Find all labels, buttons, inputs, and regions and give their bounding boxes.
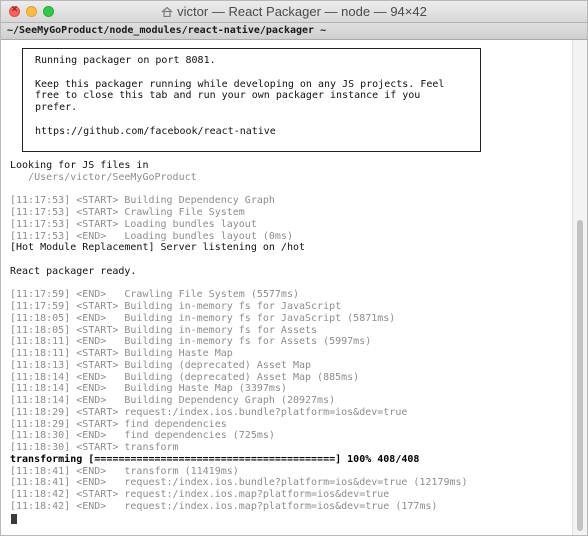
window-title: victor — React Packager — node — 94×42 [177, 4, 427, 19]
log-line: [11:18:05] <END> Building in-memory fs f… [10, 312, 396, 324]
terminal-window: ✕ victor — React Packager — node — 94×42… [0, 0, 588, 536]
window-title-container: victor — React Packager — node — 94×42 [1, 4, 587, 20]
transform-progress-line: transforming [==========================… [10, 453, 420, 465]
log-line: [11:18:14] <END> Building Dependency Gra… [10, 395, 336, 406]
log-line: React packager ready. [10, 265, 137, 277]
log-line: [11:18:29] <START> find dependencies [10, 418, 227, 430]
log-line: [11:18:30] <START> transform [10, 442, 179, 453]
log-line: [11:17:53] <START> Building Dependency G… [10, 195, 275, 207]
window-titlebar: ✕ victor — React Packager — node — 94×42 [1, 1, 587, 23]
house-icon [161, 5, 173, 20]
tab-path-label: ~/SeeMyGoProduct/node_modules/react-nati… [7, 25, 327, 36]
log-line: [11:18:30] <END> find dependencies (725m… [10, 430, 275, 442]
banner-link[interactable]: https://github.com/facebook/react-native [35, 126, 276, 138]
log-line: [11:18:11] <START> Building Haste Map [10, 348, 233, 359]
log-line: [11:17:53] <START> Crawling File System [10, 207, 245, 218]
log-line: [11:18:14] <END> Building Haste Map (339… [10, 383, 287, 395]
vertical-scrollbar[interactable] [572, 40, 587, 535]
terminal-cursor [11, 514, 17, 524]
scrollbar-thumb[interactable] [577, 220, 583, 531]
banner-line: Running packager on port 8081. [35, 55, 216, 66]
log-line: [11:18:14] <END> Building (deprecated) A… [10, 371, 360, 383]
log-line: /Users/victor/SeeMyGoProduct [10, 171, 197, 183]
log-line: [11:18:42] <END> request:/index.ios.map?… [10, 500, 438, 512]
packager-banner: Running packager on port 8081. Keep this… [22, 48, 481, 152]
log-line: [11:18:41] <END> transform (11419ms) [10, 465, 239, 477]
log-line: [Hot Module Replacement] Server listenin… [10, 242, 306, 254]
log-line: [11:18:41] <END> request:/index.ios.bund… [10, 477, 468, 489]
banner-line: Keep this packager running while develop… [35, 78, 445, 90]
log-line: [11:18:42] <START> request:/index.ios.ma… [10, 489, 390, 500]
log-line: [11:17:53] <END> Loading bundles layout … [10, 230, 293, 242]
log-line: Looking for JS files in [10, 160, 149, 171]
log-line: [11:17:53] <START> Loading bundles layou… [10, 218, 257, 230]
log-line: [11:18:29] <START> request:/index.ios.bu… [10, 406, 408, 418]
log-line: [11:18:11] <END> Building in-memory fs f… [10, 336, 372, 348]
banner-line: prefer. [35, 102, 78, 113]
log-line: [11:18:05] <START> Building in-memory fs… [10, 324, 318, 336]
terminal-output[interactable]: Running packager on port 8081. Keep this… [1, 40, 573, 535]
log-line: [11:18:13] <START> Building (deprecated)… [10, 359, 312, 371]
banner-line: free to close this tab and run your own … [35, 90, 421, 102]
log-line: [11:17:59] <START> Building in-memory fs… [10, 301, 342, 312]
tab-bar[interactable]: ~/SeeMyGoProduct/node_modules/react-nati… [1, 23, 587, 40]
log-line: [11:17:59] <END> Crawling File System (5… [10, 289, 299, 301]
